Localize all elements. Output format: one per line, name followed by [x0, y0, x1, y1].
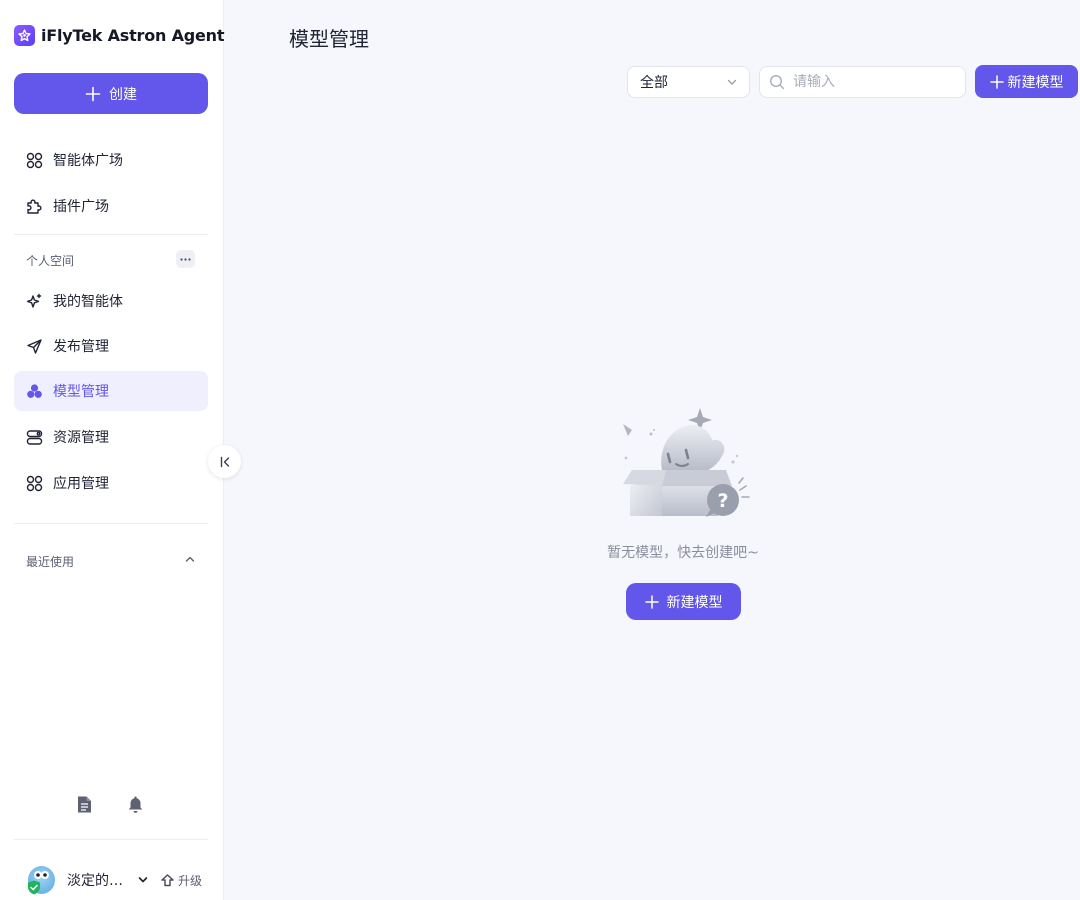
more-icon [180, 257, 191, 261]
document-icon[interactable] [76, 795, 93, 814]
upgrade-button[interactable]: 升级 [161, 872, 202, 889]
grid-icon [26, 152, 43, 168]
chevron-down-icon [727, 79, 737, 85]
sidebar-item-publish[interactable]: 发布管理 [14, 326, 208, 366]
user-menu[interactable]: 淡定的… 升级 [28, 864, 218, 896]
plus-icon [644, 594, 659, 609]
empty-box-illustration: ? [623, 408, 750, 517]
chevron-up-icon[interactable] [184, 553, 196, 565]
brand[interactable]: iFlyTek Astron Agent [14, 23, 225, 47]
sidebar-item-my-agents[interactable]: 我的智能体 [14, 281, 208, 321]
sidebar-divider [14, 234, 208, 235]
new-model-button-label: 新建模型 [1007, 74, 1064, 91]
sidebar-item-label: 应用管理 [53, 476, 109, 492]
resource-icon [26, 429, 43, 445]
brand-logo-icon [14, 24, 35, 46]
sidebar-divider [14, 523, 208, 524]
create-button-label: 创建 [109, 86, 137, 103]
avatar [28, 866, 55, 895]
grid-icon [26, 475, 43, 491]
sidebar-item-plugin-plaza[interactable]: 插件广场 [14, 186, 208, 226]
plus-icon [85, 86, 101, 101]
create-button[interactable]: 创建 [14, 73, 208, 114]
personal-space-label: 个人空间 [26, 254, 75, 268]
collapse-sidebar-button[interactable] [208, 445, 241, 478]
recent-label: 最近使用 [26, 555, 75, 569]
sidebar-item-label: 插件广场 [53, 199, 109, 215]
upgrade-icon [161, 873, 174, 886]
personal-space-more-button[interactable] [176, 250, 195, 268]
sidebar-item-label: 资源管理 [53, 430, 109, 446]
sidebar-item-app-management[interactable]: 应用管理 [14, 463, 208, 503]
sparkle-icon [26, 293, 42, 308]
model-icon [27, 383, 42, 398]
search-icon [769, 74, 785, 90]
filter-select[interactable]: 全部 [627, 66, 750, 98]
shield-icon [28, 880, 40, 895]
sidebar-item-model-management[interactable]: 模型管理 [14, 371, 208, 411]
sidebar: iFlyTek Astron Agent 创建 智能体广场 插件广场 个人空间 … [0, 0, 225, 900]
empty-new-model-button-label: 新建模型 [666, 594, 723, 611]
sidebar-item-resource-management[interactable]: 资源管理 [14, 417, 208, 457]
brand-name: iFlyTek Astron Agent [41, 25, 225, 45]
filter-select-value: 全部 [640, 75, 668, 91]
sidebar-divider [14, 839, 208, 840]
plus-icon [989, 74, 1004, 89]
user-name: 淡定的… [67, 873, 123, 889]
chevron-down-icon[interactable] [137, 874, 149, 886]
search-input[interactable] [793, 74, 953, 90]
upgrade-label: 升级 [178, 873, 203, 888]
bell-icon[interactable] [127, 795, 144, 814]
svg-text:?: ? [717, 490, 728, 512]
new-model-button[interactable]: 新建模型 [975, 65, 1078, 98]
puzzle-icon [27, 199, 42, 214]
sidebar-item-label: 发布管理 [53, 339, 109, 355]
collapse-left-icon [220, 456, 229, 467]
sidebar-item-label: 我的智能体 [53, 294, 123, 310]
empty-state-message: 暂无模型，快去创建吧~ [607, 545, 759, 561]
sidebar-item-label: 智能体广场 [53, 153, 123, 169]
empty-new-model-button[interactable]: 新建模型 [626, 583, 741, 620]
page-title: 模型管理 [289, 27, 369, 51]
sidebar-footer-icons [76, 795, 144, 814]
search-box[interactable] [759, 66, 966, 98]
send-icon [27, 338, 42, 354]
sidebar-item-agent-plaza[interactable]: 智能体广场 [14, 140, 208, 180]
sidebar-item-label: 模型管理 [53, 384, 109, 400]
